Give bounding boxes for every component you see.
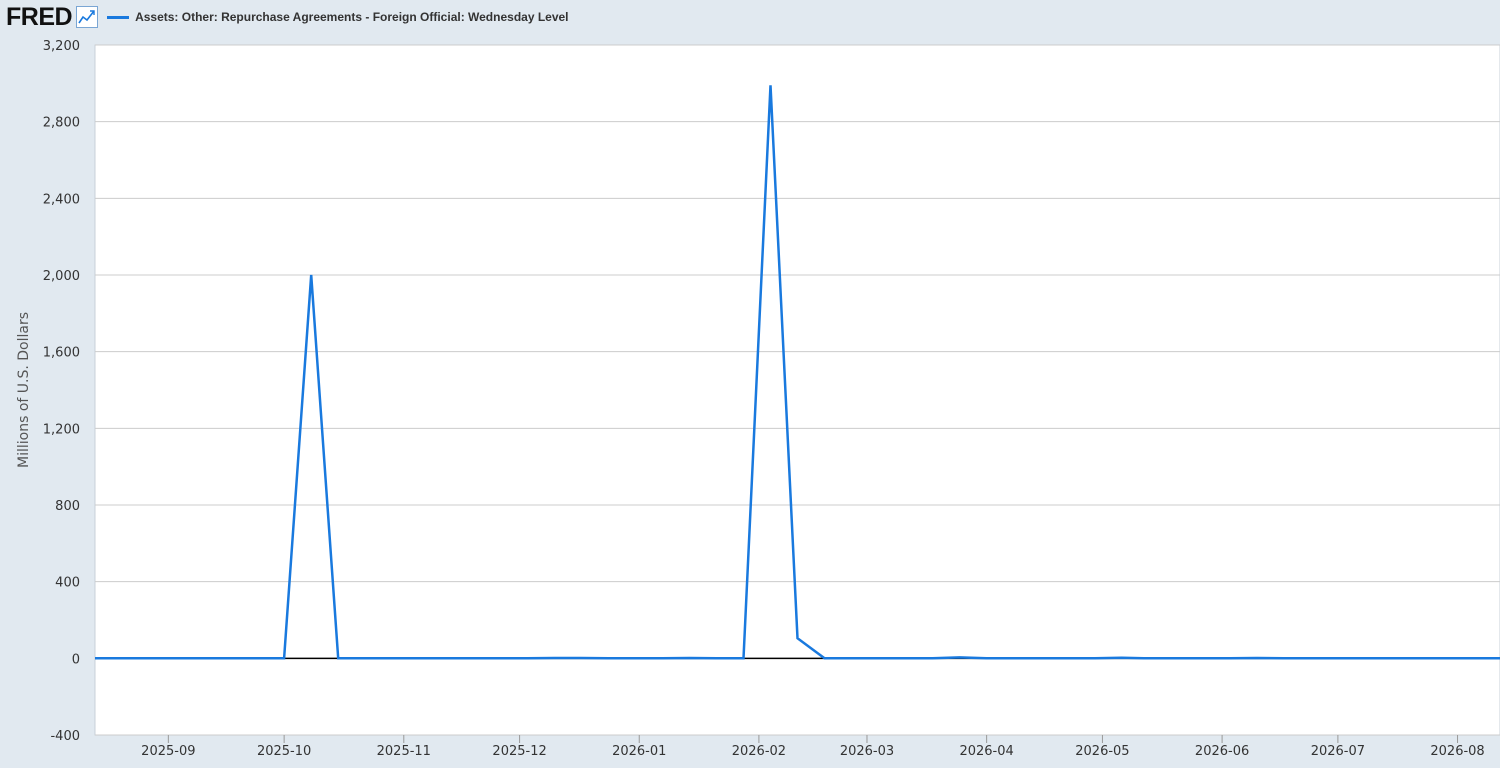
y-axis-ticks: -400 0 400 800 1,200 1,600 2,000 2,400 2,800 3,20… [43,39,80,744]
y-tick-label: 400 [55,576,80,591]
line-chart: -400 0 400 800 1,200 1,600 2,000 2,400 2,800 3,20… [16,39,1500,759]
y-tick-label: 1,600 [43,346,80,361]
x-tick-label: 2025-11 [377,744,431,759]
x-tick-label: 2026-08 [1430,744,1484,759]
line-graph-icon[interactable] [76,6,99,28]
x-tick-label: 2026-01 [612,744,666,759]
y-tick-label: -400 [50,729,80,744]
x-tick-label: 2026-07 [1311,744,1365,759]
fred-logo[interactable]: FRED [6,4,73,30]
x-tick-label: 2025-12 [492,744,546,759]
x-tick-label: 2026-02 [732,744,786,759]
chart-header: FRED Assets: Other: Repurchase Agreement… [0,0,1500,34]
y-axis-title: Millions of U.S. Dollars [16,312,32,468]
legend-swatch [107,15,130,19]
y-tick-label: 800 [55,499,80,514]
x-tick-label: 2025-10 [257,744,311,759]
y-tick-label: 2,400 [43,192,80,207]
y-tick-label: 2,000 [43,269,80,284]
x-tick-label: 2025-09 [141,744,195,759]
x-tick-label: 2026-04 [959,744,1013,759]
y-tick-label: 2,800 [43,116,80,131]
legend: Assets: Other: Repurchase Agreements - F… [107,10,569,24]
x-tick-label: 2026-03 [840,744,894,759]
y-tick-label: 3,200 [43,39,80,54]
chart-container: -400 0 400 800 1,200 1,600 2,000 2,400 2,800 3,20… [0,0,1500,768]
x-tick-label: 2026-06 [1195,744,1249,759]
y-tick-label: 0 [72,652,80,667]
x-tick-label: 2026-05 [1075,744,1129,759]
x-axis-ticks: 2025-09 2025-10 2025-11 2025-12 2026-01 2026-… [141,735,1485,759]
y-tick-label: 1,200 [43,422,80,437]
legend-label: Assets: Other: Repurchase Agreements - F… [135,10,569,24]
